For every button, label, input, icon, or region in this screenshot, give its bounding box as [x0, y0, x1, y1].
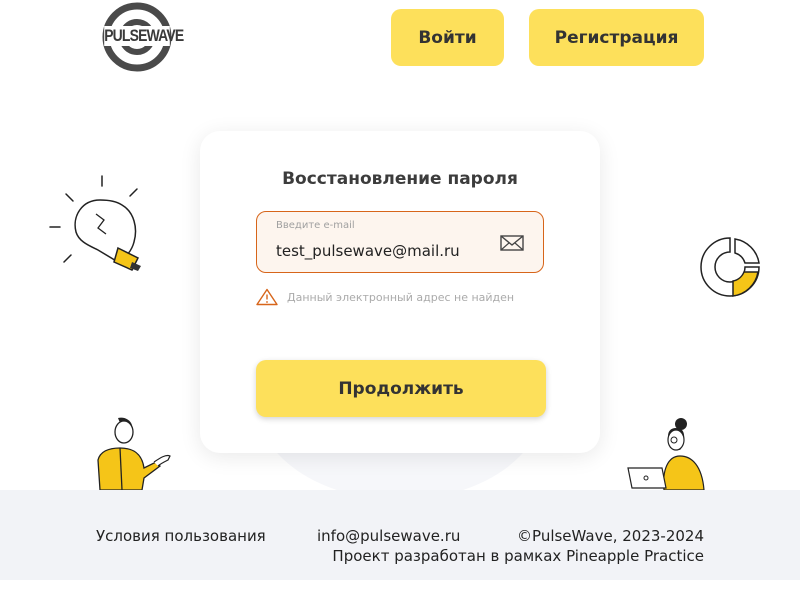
- logo-text: PULSEWAVE: [104, 26, 184, 46]
- woman-laptop-illustration-icon: [627, 418, 705, 491]
- mail-icon: [500, 235, 524, 251]
- card-title: Восстановление пароля: [282, 169, 518, 189]
- continue-button[interactable]: Продолжить: [256, 360, 546, 417]
- error-message: Данный электронный адрес не найден: [256, 287, 514, 307]
- project-credit-text: Проект разработан в рамках Pineapple Pra…: [332, 547, 704, 565]
- warning-icon: [256, 288, 278, 306]
- logo[interactable]: PULSEWAVE: [97, 2, 184, 72]
- error-text: Данный электронный адрес не найден: [287, 290, 515, 304]
- email-input[interactable]: [276, 242, 486, 260]
- contact-email-link[interactable]: info@pulsewave.ru: [317, 527, 460, 545]
- copyright-text: ©PulseWave, 2023-2024: [517, 527, 704, 545]
- man-illustration-icon: [97, 417, 171, 491]
- register-button[interactable]: Регистрация: [529, 9, 704, 66]
- lightbulb-icon: [49, 175, 141, 271]
- email-field[interactable]: Введите e-mail: [256, 211, 544, 273]
- terms-link[interactable]: Условия пользования: [96, 527, 266, 545]
- footer: Условия пользования info@pulsewave.ru ©P…: [0, 490, 800, 580]
- email-field-label: Введите e-mail: [276, 220, 355, 231]
- password-recovery-card: Восстановление пароля Введите e-mail Дан…: [200, 131, 600, 453]
- donut-chart-icon: [700, 237, 760, 297]
- login-button[interactable]: Войти: [391, 9, 504, 66]
